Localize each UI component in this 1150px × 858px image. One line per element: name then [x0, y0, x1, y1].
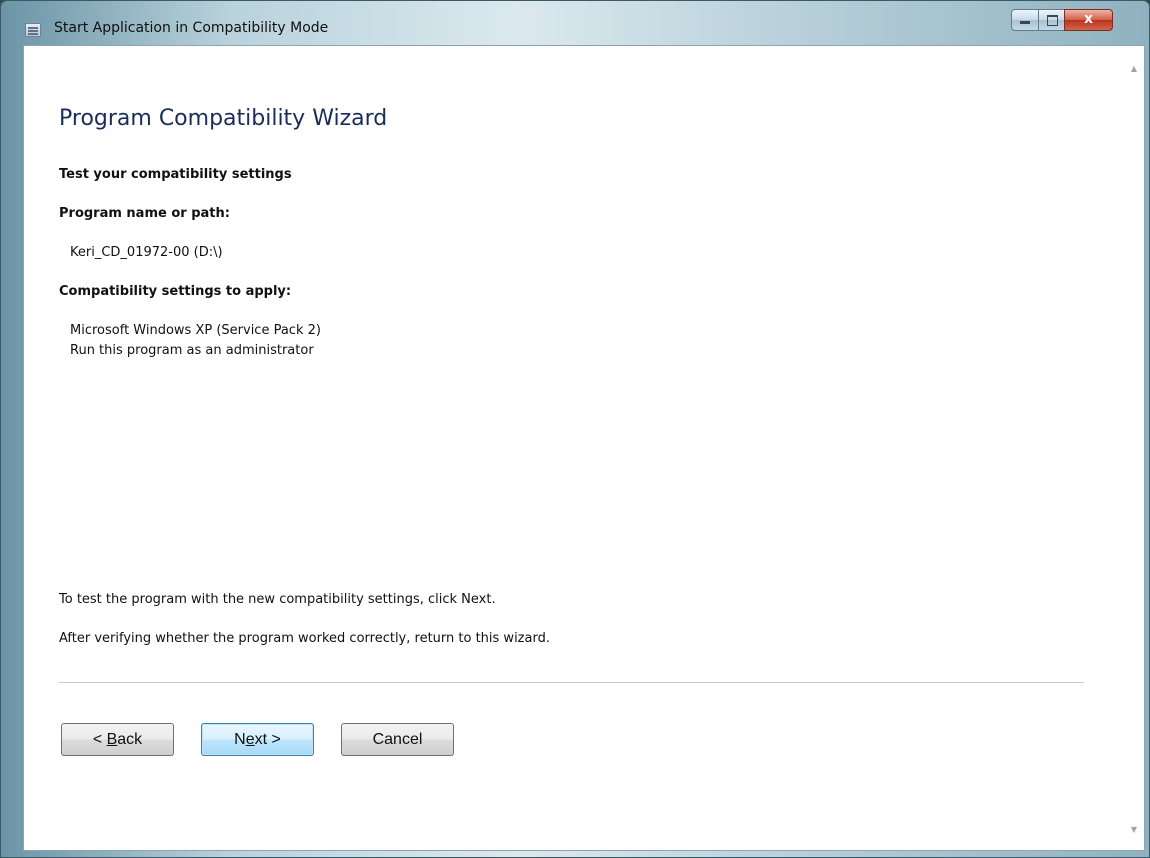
dialog-window: Start Application in Compatibility Mode …	[0, 0, 1150, 858]
instruction-text: To test the program with the new compati…	[59, 592, 496, 607]
back-label-suffix: ack	[117, 731, 143, 748]
close-button[interactable]: x	[1064, 9, 1113, 31]
next-button[interactable]: Next >	[201, 723, 314, 756]
minimize-button[interactable]	[1011, 9, 1039, 31]
maximize-button[interactable]	[1038, 9, 1065, 31]
maximize-icon	[1047, 15, 1058, 26]
program-label: Program name or path:	[59, 206, 230, 221]
next-label-suffix: xt >	[254, 731, 281, 748]
minimize-icon	[1020, 21, 1030, 24]
title-bar[interactable]: Start Application in Compatibility Mode …	[1, 1, 1149, 45]
cancel-button[interactable]: Cancel	[341, 723, 454, 756]
settings-item: Microsoft Windows XP (Service Pack 2)	[70, 323, 321, 338]
next-label-mnemonic: e	[245, 731, 255, 748]
settings-label: Compatibility settings to apply:	[59, 284, 292, 299]
scroll-up-arrow-icon[interactable]: ▲	[1131, 64, 1137, 73]
instruction-text: After verifying whether the program work…	[59, 631, 550, 646]
back-label-mnemonic: B	[106, 731, 118, 748]
window-title: Start Application in Compatibility Mode	[54, 20, 329, 36]
wizard-content: ▲ ▼ Program Compatibility Wizard Test yo…	[23, 45, 1145, 851]
next-label-prefix: N	[234, 731, 246, 748]
scroll-down-arrow-icon[interactable]: ▼	[1131, 825, 1137, 834]
back-label-prefix: <	[92, 731, 107, 748]
divider	[59, 682, 1084, 683]
close-icon: x	[1083, 11, 1094, 27]
wizard-title: Program Compatibility Wizard	[59, 106, 388, 131]
back-button[interactable]: < Back	[61, 723, 174, 756]
section-subtitle: Test your compatibility settings	[59, 167, 292, 182]
settings-item: Run this program as an administrator	[70, 343, 314, 358]
program-path-value: Keri_CD_01972-00 (D:\)	[70, 245, 223, 260]
app-window-icon	[25, 23, 41, 37]
